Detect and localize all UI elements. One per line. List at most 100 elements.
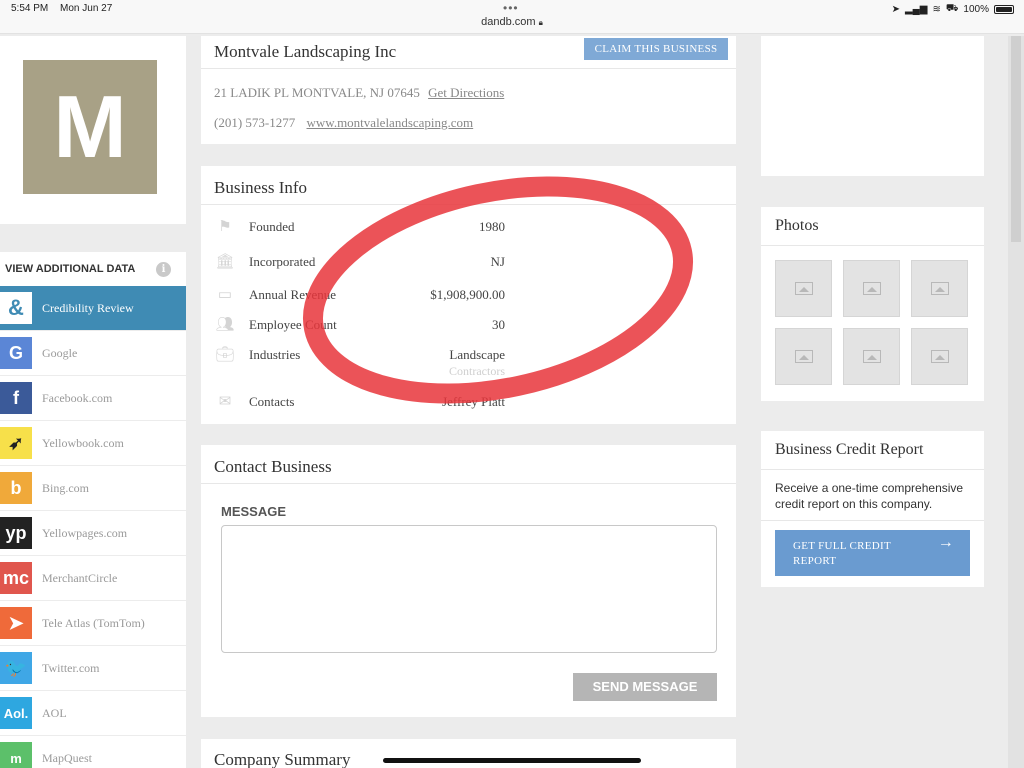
business-name: Montvale Landscaping Inc	[214, 42, 397, 61]
get-full-credit-report-button[interactable]: GET FULL CREDIT REPORT →	[775, 530, 970, 576]
info-label: Annual Revenue	[249, 287, 337, 302]
source-item-merchantcircle[interactable]: mc MerchantCircle	[0, 556, 186, 601]
photo-thumbnail[interactable]	[775, 328, 832, 385]
credit-report-description: Receive a one-time comprehensive credit …	[775, 481, 964, 511]
additional-data-title: VIEW ADDITIONAL DATA	[5, 263, 136, 275]
source-label: Google	[42, 345, 78, 360]
lock-icon: 🔒︎	[538, 18, 543, 27]
clock: 5:54 PM	[11, 3, 49, 14]
image-placeholder-icon	[863, 282, 881, 295]
bank-icon: 🏛︎	[215, 254, 235, 270]
multitask-dots[interactable]: •••	[503, 1, 519, 15]
source-item-yellowbook-com[interactable]: ➶ Yellowbook.com	[0, 421, 186, 466]
source-item-mapquest[interactable]: m MapQuest	[0, 736, 186, 768]
info-value: 30	[492, 317, 505, 332]
envelope-icon: ✉	[218, 394, 232, 410]
info-value[interactable]: Jeffrey Platt	[442, 394, 505, 410]
arrow-right-icon: →	[937, 534, 954, 551]
image-placeholder-icon	[931, 282, 949, 295]
source-item-facebook-com[interactable]: f Facebook.com	[0, 376, 186, 421]
mapquest-icon: m	[0, 742, 32, 768]
money-icon: ▭	[217, 287, 233, 303]
merchantcircle-icon: mc	[0, 562, 32, 594]
image-placeholder-icon	[863, 350, 881, 363]
info-label: Contacts	[249, 394, 295, 409]
send-message-button[interactable]: SEND MESSAGE	[573, 673, 717, 701]
credit-report-card: Business Credit Report Receive a one-tim…	[761, 431, 984, 587]
credit-report-title: Business Credit Report	[775, 441, 924, 458]
divider	[761, 469, 984, 470]
source-item-tele-atlas-tomtom[interactable]: ➤ Tele Atlas (TomTom)	[0, 601, 186, 646]
info-value: NJ	[490, 254, 505, 269]
aol-icon: Aol.	[0, 697, 32, 729]
divider	[761, 520, 984, 521]
status-bar: 5:54 PM Mon Jun 27 ••• dandb.com 🔒︎ ➤ ▂▄…	[0, 0, 1024, 34]
divider	[201, 483, 736, 484]
contact-business-card: Contact Business MESSAGE SEND MESSAGE	[201, 445, 736, 717]
info-value: 1980	[479, 219, 505, 234]
source-item-aol[interactable]: Aol. AOL	[0, 691, 186, 736]
source-label: Tele Atlas (TomTom)	[42, 615, 145, 630]
source-label: Yellowpages.com	[42, 525, 128, 540]
yellowpages-icon: yp	[0, 517, 32, 549]
facebook-icon: f	[0, 382, 32, 414]
credit-button-label: GET FULL CREDIT REPORT	[793, 540, 891, 567]
source-item-credibility-review[interactable]: & Credibility Review	[0, 286, 186, 331]
divider	[761, 245, 984, 246]
twitter-icon: 🐦	[0, 652, 32, 684]
photo-thumbnail[interactable]	[843, 328, 900, 385]
battery-icon	[994, 5, 1014, 14]
website-link[interactable]: www.montvalelandscaping.com	[307, 115, 474, 130]
info-icon[interactable]: i	[156, 262, 171, 277]
photos-card: Photos	[761, 207, 984, 401]
photo-thumbnail[interactable]	[843, 260, 900, 317]
signal-icon: ▂▄▆	[904, 4, 928, 15]
get-directions-link[interactable]: Get Directions	[428, 85, 504, 100]
briefcase-icon: 💼︎	[215, 347, 235, 363]
business-address: 21 LADIK PL MONTVALE, NJ 07645	[214, 85, 420, 100]
source-item-google[interactable]: G Google	[0, 331, 186, 376]
url-text: dandb.com	[481, 16, 536, 28]
source-list: & Credibility Review G Google f Facebook.com ➶…	[0, 286, 186, 768]
photos-title: Photos	[775, 217, 819, 234]
source-label: Twitter.com	[42, 660, 100, 675]
info-label: Founded	[249, 219, 295, 234]
company-summary-title: Company Summary	[214, 750, 351, 768]
source-item-twitter-com[interactable]: 🐦 Twitter.com	[0, 646, 186, 691]
divider	[201, 68, 736, 69]
wifi-icon: ≋	[932, 4, 941, 15]
contact-title: Contact Business	[214, 457, 332, 476]
business-header-card: Montvale Landscaping Inc CLAIM THIS BUSI…	[201, 36, 736, 144]
info-label: Incorporated	[249, 254, 316, 269]
home-indicator	[383, 758, 641, 763]
info-row-contacts: ✉ Contacts Jeffrey Platt	[214, 392, 505, 416]
source-item-yellowpages-com[interactable]: yp Yellowpages.com	[0, 511, 186, 556]
map-card	[761, 36, 984, 176]
business-info-card: Business Info ⚑ Founded 1980 🏛︎ Incorpor…	[201, 166, 736, 424]
source-label: AOL	[42, 705, 67, 720]
info-row-founded: ⚑ Founded 1980	[214, 217, 505, 241]
additional-data-panel: VIEW ADDITIONAL DATA i & Credibility Revi…	[0, 252, 186, 768]
people-icon: 👥︎	[215, 317, 235, 333]
credibility-icon: &	[0, 292, 32, 324]
message-textarea[interactable]	[221, 525, 717, 653]
source-label: MapQuest	[42, 750, 92, 765]
bing-icon: b	[0, 472, 32, 504]
info-label: Industries	[249, 347, 301, 362]
address-bar[interactable]: dandb.com 🔒︎	[0, 16, 1024, 28]
claim-business-button[interactable]: CLAIM THIS BUSINESS	[584, 38, 728, 60]
info-row-industries: 💼︎ Industries Landscape Contractors	[214, 345, 505, 383]
battery-percent: 100%	[963, 4, 989, 15]
company-summary-card: Company Summary	[201, 739, 736, 768]
yellowbook-icon: ➶	[0, 427, 32, 459]
photo-thumbnail[interactable]	[775, 260, 832, 317]
scrollbar-thumb[interactable]	[1011, 36, 1021, 242]
business-logo: M	[23, 60, 157, 194]
photo-thumbnail[interactable]	[911, 328, 968, 385]
source-item-bing-com[interactable]: b Bing.com	[0, 466, 186, 511]
car-icon: ⛟	[945, 3, 959, 14]
business-phone[interactable]: (201) 573-1277	[214, 115, 295, 130]
photo-thumbnail[interactable]	[911, 260, 968, 317]
source-label: Yellowbook.com	[42, 435, 124, 450]
source-label: Credibility Review	[42, 300, 134, 315]
